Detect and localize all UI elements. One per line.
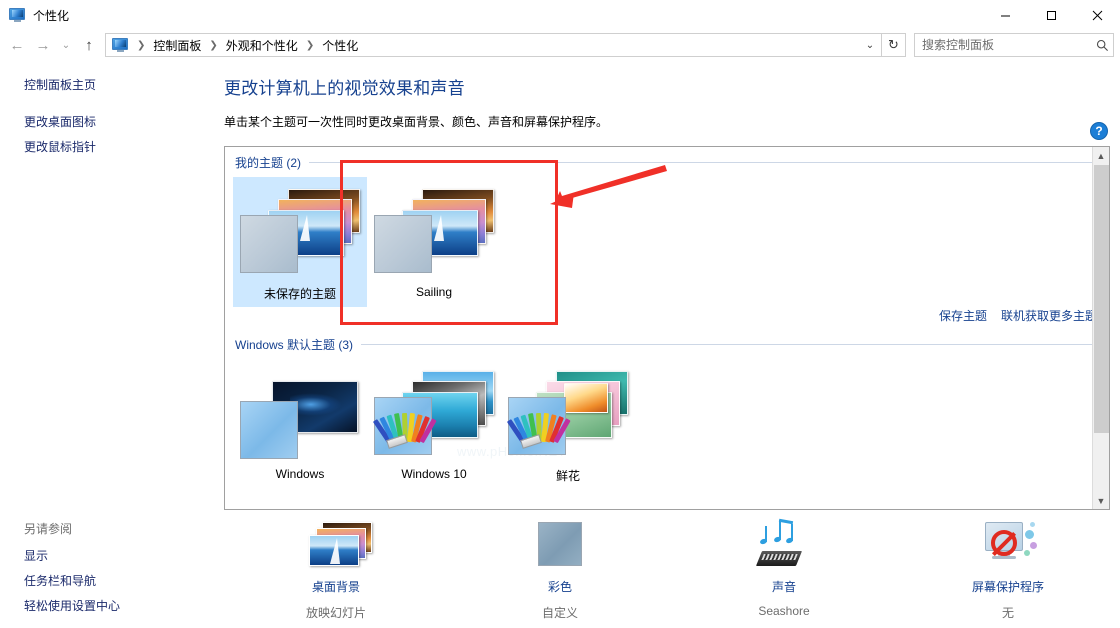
address-bar: ← → ⌄ ↑ ❯ 控制面板 ❯ 外观和个性化 ❯ 个性化 ⌄ ↻: [0, 30, 1120, 60]
breadcrumb-item-0[interactable]: 控制面板: [150, 37, 204, 54]
theme-group-name: 我的主题: [235, 156, 284, 170]
sidebar-item-display[interactable]: 显示: [0, 543, 218, 568]
scroll-up-arrow-icon[interactable]: ▲: [1093, 147, 1109, 164]
sound-icon: [672, 516, 896, 574]
theme-desktop-tile: [240, 215, 298, 273]
sidebar-item-ease-of-access-center[interactable]: 轻松使用设置中心: [0, 593, 218, 618]
theme-group-count: (2): [286, 156, 302, 170]
theme-thumbnail: [367, 183, 501, 279]
breadcrumb-separator: ❯: [305, 39, 315, 51]
sidebar-item-control-panel-home[interactable]: 控制面板主页: [0, 72, 218, 97]
bottom-settings-bar: 桌面背景 放映幻灯片 彩色 自定义 声音 Seashore 屏幕保护程序 无: [218, 508, 1120, 628]
color-swatch-icon: [448, 516, 672, 574]
content-area: 控制面板主页 更改桌面图标 更改鼠标指针 另请参阅 显示 任务栏和导航 轻松使用…: [0, 60, 1120, 628]
theme-desktop-tile: [240, 401, 298, 459]
personalization-icon: [9, 7, 25, 23]
theme-thumbnail: [233, 365, 367, 461]
recent-locations-chevron-down-icon[interactable]: ⌄: [56, 32, 76, 58]
sidebar-item-taskbar-navigation[interactable]: 任务栏和导航: [0, 568, 218, 593]
save-theme-link[interactable]: 保存主题: [939, 307, 987, 324]
setting-color[interactable]: 彩色 自定义: [448, 508, 672, 628]
setting-value: Seashore: [758, 604, 810, 618]
theme-label: Windows: [275, 467, 325, 481]
setting-value: 无: [1001, 606, 1014, 620]
theme-label: 未保存的主题: [263, 287, 336, 301]
theme-desktop-tile: [506, 397, 571, 455]
get-more-themes-online-link[interactable]: 联机获取更多主题: [1001, 307, 1097, 324]
scroll-down-arrow-icon[interactable]: ▼: [1093, 492, 1109, 509]
sidebar-item-change-mouse-pointers[interactable]: 更改鼠标指针: [0, 134, 218, 159]
theme-group-header-my-themes: 我的主题 (2): [225, 147, 1109, 171]
group-divider: [361, 344, 1097, 345]
theme-item-flowers[interactable]: 鲜花: [501, 359, 635, 489]
color-palette-icon: [506, 408, 571, 449]
window-controls: [982, 0, 1120, 30]
color-palette-icon: [372, 408, 437, 449]
up-arrow-icon[interactable]: ↑: [76, 32, 102, 58]
theme-panel-links: 保存主题 联机获取更多主题: [939, 307, 1097, 324]
sidebar-item-change-desktop-icons[interactable]: 更改桌面图标: [0, 109, 218, 134]
close-button[interactable]: [1074, 0, 1120, 30]
desktop-background-icon: [224, 516, 448, 574]
breadcrumb-separator: ❯: [137, 39, 146, 51]
title-bar: 个性化: [0, 0, 1120, 30]
help-icon[interactable]: ?: [1090, 122, 1108, 140]
group-divider: [309, 162, 1097, 163]
setting-title[interactable]: 桌面背景: [224, 578, 448, 595]
search-input[interactable]: [915, 38, 1091, 52]
theme-preview-image: [564, 383, 608, 413]
breadcrumb-separator: ❯: [209, 39, 218, 51]
refresh-icon[interactable]: ↻: [882, 33, 906, 57]
theme-row-windows-default: Windows Windows 10 鲜花: [225, 353, 1109, 489]
breadcrumb-item-2[interactable]: 个性化: [319, 37, 361, 54]
theme-group-header-windows-default: Windows 默认主题 (3): [225, 329, 1109, 353]
setting-value: 放映幻灯片: [305, 606, 366, 620]
breadcrumb[interactable]: ❯ 控制面板 ❯ 外观和个性化 ❯ 个性化 ⌄: [105, 33, 882, 57]
page-subtitle: 单击某个主题可一次性同时更改桌面背景、颜色、声音和屏幕保护程序。: [224, 115, 609, 129]
search-box[interactable]: [914, 33, 1114, 57]
setting-value: 自定义: [541, 606, 578, 620]
theme-row-my-themes: 未保存的主题 Sailing: [225, 171, 1109, 307]
theme-label: Windows 10: [401, 467, 467, 481]
theme-item-windows[interactable]: Windows: [233, 359, 367, 489]
setting-title[interactable]: 彩色: [448, 578, 672, 595]
breadcrumb-item-1[interactable]: 外观和个性化: [223, 37, 301, 54]
search-icon[interactable]: [1091, 39, 1113, 52]
minimize-button[interactable]: [982, 0, 1028, 30]
address-history-chevron-down-icon[interactable]: ⌄: [859, 34, 881, 56]
theme-thumbnail: [367, 365, 501, 461]
theme-item-sailing[interactable]: Sailing: [367, 177, 501, 307]
setting-title[interactable]: 屏幕保护程序: [896, 578, 1120, 595]
theme-item-unsaved[interactable]: 未保存的主题: [233, 177, 367, 307]
setting-title[interactable]: 声音: [672, 578, 896, 595]
theme-panel-scrollbar[interactable]: ▲ ▼: [1092, 147, 1109, 509]
main-panel: ? 更改计算机上的视觉效果和声音 单击某个主题可一次性同时更改桌面背景、颜色、声…: [218, 60, 1120, 628]
forward-arrow-icon[interactable]: →: [30, 32, 56, 58]
theme-label: Sailing: [415, 285, 453, 299]
theme-label: 鲜花: [555, 469, 580, 483]
theme-group-name: Windows 默认主题: [235, 338, 336, 352]
sidebar: 控制面板主页 更改桌面图标 更改鼠标指针 另请参阅 显示 任务栏和导航 轻松使用…: [0, 60, 218, 628]
theme-group-count: (3): [338, 338, 354, 352]
scrollbar-thumb[interactable]: [1094, 165, 1109, 433]
personalization-icon-small: [112, 37, 128, 53]
theme-thumbnail: [501, 365, 635, 461]
window-title: 个性化: [33, 8, 70, 23]
setting-screensaver[interactable]: 屏幕保护程序 无: [896, 508, 1120, 628]
see-also-section: 另请参阅 显示 任务栏和导航 轻松使用设置中心: [0, 517, 218, 618]
theme-list-panel: 我的主题 (2) 未保存的主题 Sailing 保存主题 联机获取更多主题 Wi…: [224, 146, 1110, 510]
theme-desktop-tile: [374, 215, 432, 273]
page-title: 更改计算机上的视觉效果和声音: [224, 79, 465, 98]
theme-desktop-tile: [372, 397, 437, 455]
theme-thumbnail: [233, 183, 367, 279]
setting-sound[interactable]: 声音 Seashore: [672, 508, 896, 628]
maximize-button[interactable]: [1028, 0, 1074, 30]
back-arrow-icon[interactable]: ←: [4, 32, 30, 58]
theme-item-windows-10[interactable]: Windows 10: [367, 359, 501, 489]
setting-desktop-background[interactable]: 桌面背景 放映幻灯片: [224, 508, 448, 628]
screensaver-icon: [896, 516, 1120, 574]
see-also-heading: 另请参阅: [24, 522, 73, 536]
